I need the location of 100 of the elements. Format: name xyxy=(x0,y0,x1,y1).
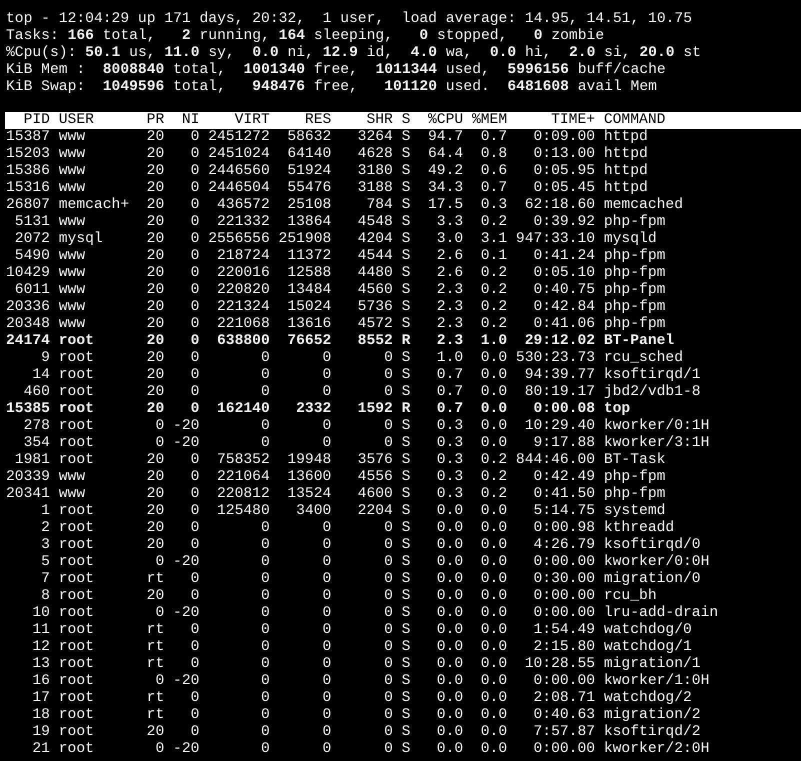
table-cell-text: 0.0 xyxy=(480,707,508,724)
table-cell-text: 0 xyxy=(383,418,393,435)
table-cell-text: 0.0 xyxy=(480,520,508,537)
table-cell-text: 0:05.45 xyxy=(532,180,596,197)
table-cell-text: 20 xyxy=(146,469,164,486)
table-cell-text: 0 xyxy=(322,520,332,537)
table-cell: migration/1 xyxy=(604,656,701,673)
table-cell: 15386 xyxy=(6,163,50,180)
table-cell: S xyxy=(402,367,410,384)
column-header: %MEM xyxy=(472,112,508,129)
table-cell: 2556556 xyxy=(208,231,270,248)
table-cell-text: 0 xyxy=(322,435,332,452)
table-cell-text: 0 xyxy=(260,571,270,588)
table-cell-text: 0 xyxy=(383,435,393,452)
table-cell-text: 0 xyxy=(260,537,270,554)
table-cell-text: 0.0 xyxy=(436,503,464,520)
table-cell-text: 0 xyxy=(322,622,332,639)
table-cell-text: 2072 xyxy=(14,231,50,248)
table-cell-text: 4548 xyxy=(356,214,393,231)
table-cell-text: 5131 xyxy=(14,214,50,231)
table-cell-text: 13524 xyxy=(286,486,332,503)
table-cell-text: 0 xyxy=(322,741,332,758)
table-cell-text: 0 xyxy=(322,673,332,690)
table-cell-text: root xyxy=(58,537,95,554)
table-cell-text: 0.0 xyxy=(480,571,508,588)
table-cell: -20 xyxy=(173,418,200,435)
table-cell: -20 xyxy=(173,673,200,690)
table-cell-text: 0.2 xyxy=(480,469,508,486)
table-cell-text: www xyxy=(58,316,86,333)
table-cell-text: 0 xyxy=(383,656,393,673)
summary-line: Tasks: 166 total, 2 running, 164 sleeping, 0 stopped, 0 zombie xyxy=(6,28,606,45)
table-cell-text: 4204 xyxy=(356,231,393,248)
table-cell-text: root xyxy=(58,741,95,758)
table-cell: php-fpm xyxy=(604,282,666,299)
table-cell-text: 0 xyxy=(383,588,393,605)
table-cell-text: 0 xyxy=(190,333,200,350)
table-cell-text: 0:00.08 xyxy=(532,401,596,418)
table-cell-text: 0 xyxy=(190,316,200,333)
table-cell-text: 0 xyxy=(260,741,270,758)
table-cell-text: 18 xyxy=(31,707,50,724)
table-cell: S xyxy=(402,673,410,690)
table-cell-text: 0 xyxy=(190,520,200,537)
table-cell-text: 354 xyxy=(22,435,50,452)
table-cell-text: 0 xyxy=(190,588,200,605)
table-cell: httpd xyxy=(604,180,648,197)
column-header: USER xyxy=(58,112,95,129)
table-cell-text: 20 xyxy=(146,129,164,146)
table-cell-text: 10:29.40 xyxy=(524,418,596,435)
table-cell-text: 0.0 xyxy=(480,588,508,605)
table-cell-text: 13484 xyxy=(286,282,332,299)
table-cell-text: 12588 xyxy=(286,265,332,282)
table-cell: jbd2/vdb1-8 xyxy=(604,384,701,401)
table-cell: S xyxy=(402,452,410,469)
table-cell: 2446504 xyxy=(208,180,270,197)
table-cell: migration/2 xyxy=(604,707,701,724)
table-cell-text: 0 xyxy=(154,554,164,571)
table-cell-text: 0.2 xyxy=(480,486,508,503)
table-cell-text: 2332 xyxy=(295,401,332,418)
table-cell-text: 0 xyxy=(260,367,270,384)
table-cell-text: 0.0 xyxy=(480,605,508,622)
table-cell: BT-Task xyxy=(604,452,666,469)
table-cell: S xyxy=(402,656,410,673)
table-cell-text: 20 xyxy=(146,282,164,299)
table-cell-text: 3.0 xyxy=(436,231,464,248)
table-cell-text: 0:39.92 xyxy=(532,214,596,231)
table-cell-text: 2.6 xyxy=(436,265,464,282)
table-cell: php-fpm xyxy=(604,469,666,486)
table-cell-text: 0 xyxy=(260,520,270,537)
table-cell-text: 2.3 xyxy=(436,316,464,333)
table-cell-text: 3 xyxy=(40,537,50,554)
table-cell-text: 0 xyxy=(383,622,393,639)
column-header: S xyxy=(402,112,410,129)
table-cell-text: 20 xyxy=(146,248,164,265)
table-cell-text: 0:00.00 xyxy=(532,588,596,605)
table-cell: memcach+ xyxy=(58,197,130,214)
table-cell-text: 20 xyxy=(146,503,164,520)
table-cell-text: mysql xyxy=(58,231,104,248)
table-cell-text: rt xyxy=(146,707,164,724)
table-cell-text: 20 xyxy=(146,333,164,350)
table-cell-text: 0.0 xyxy=(480,384,508,401)
table-cell-text: 2.3 xyxy=(436,282,464,299)
summary-line: %Cpu(s): 50.1 us, 11.0 sy, 0.0 ni, 12.9 id, 4.0 wa, 0.0 hi, 2.0 si, 20.0 st xyxy=(6,45,702,62)
table-cell: S xyxy=(402,520,410,537)
table-cell-text: 20 xyxy=(146,486,164,503)
table-cell-text: 0 xyxy=(190,350,200,367)
table-cell-text: 0.0 xyxy=(436,554,464,571)
table-cell-text: 220820 xyxy=(216,282,270,299)
table-cell-text: 0.0 xyxy=(480,435,508,452)
column-header: TIME+ xyxy=(550,112,596,129)
table-cell-text: 2.6 xyxy=(436,248,464,265)
table-cell-text: 6011 xyxy=(14,282,50,299)
table-cell-text: 221324 xyxy=(216,299,270,316)
table-cell-text: 3264 xyxy=(356,129,393,146)
table-cell-text: 0 xyxy=(190,486,200,503)
table-cell: 20341 xyxy=(6,486,50,503)
table-cell-text: 20 xyxy=(146,520,164,537)
table-cell: 15203 xyxy=(6,146,50,163)
table-cell: S xyxy=(402,299,410,316)
table-cell-text: 0.0 xyxy=(480,741,508,758)
table-cell-text: 0 xyxy=(260,588,270,605)
